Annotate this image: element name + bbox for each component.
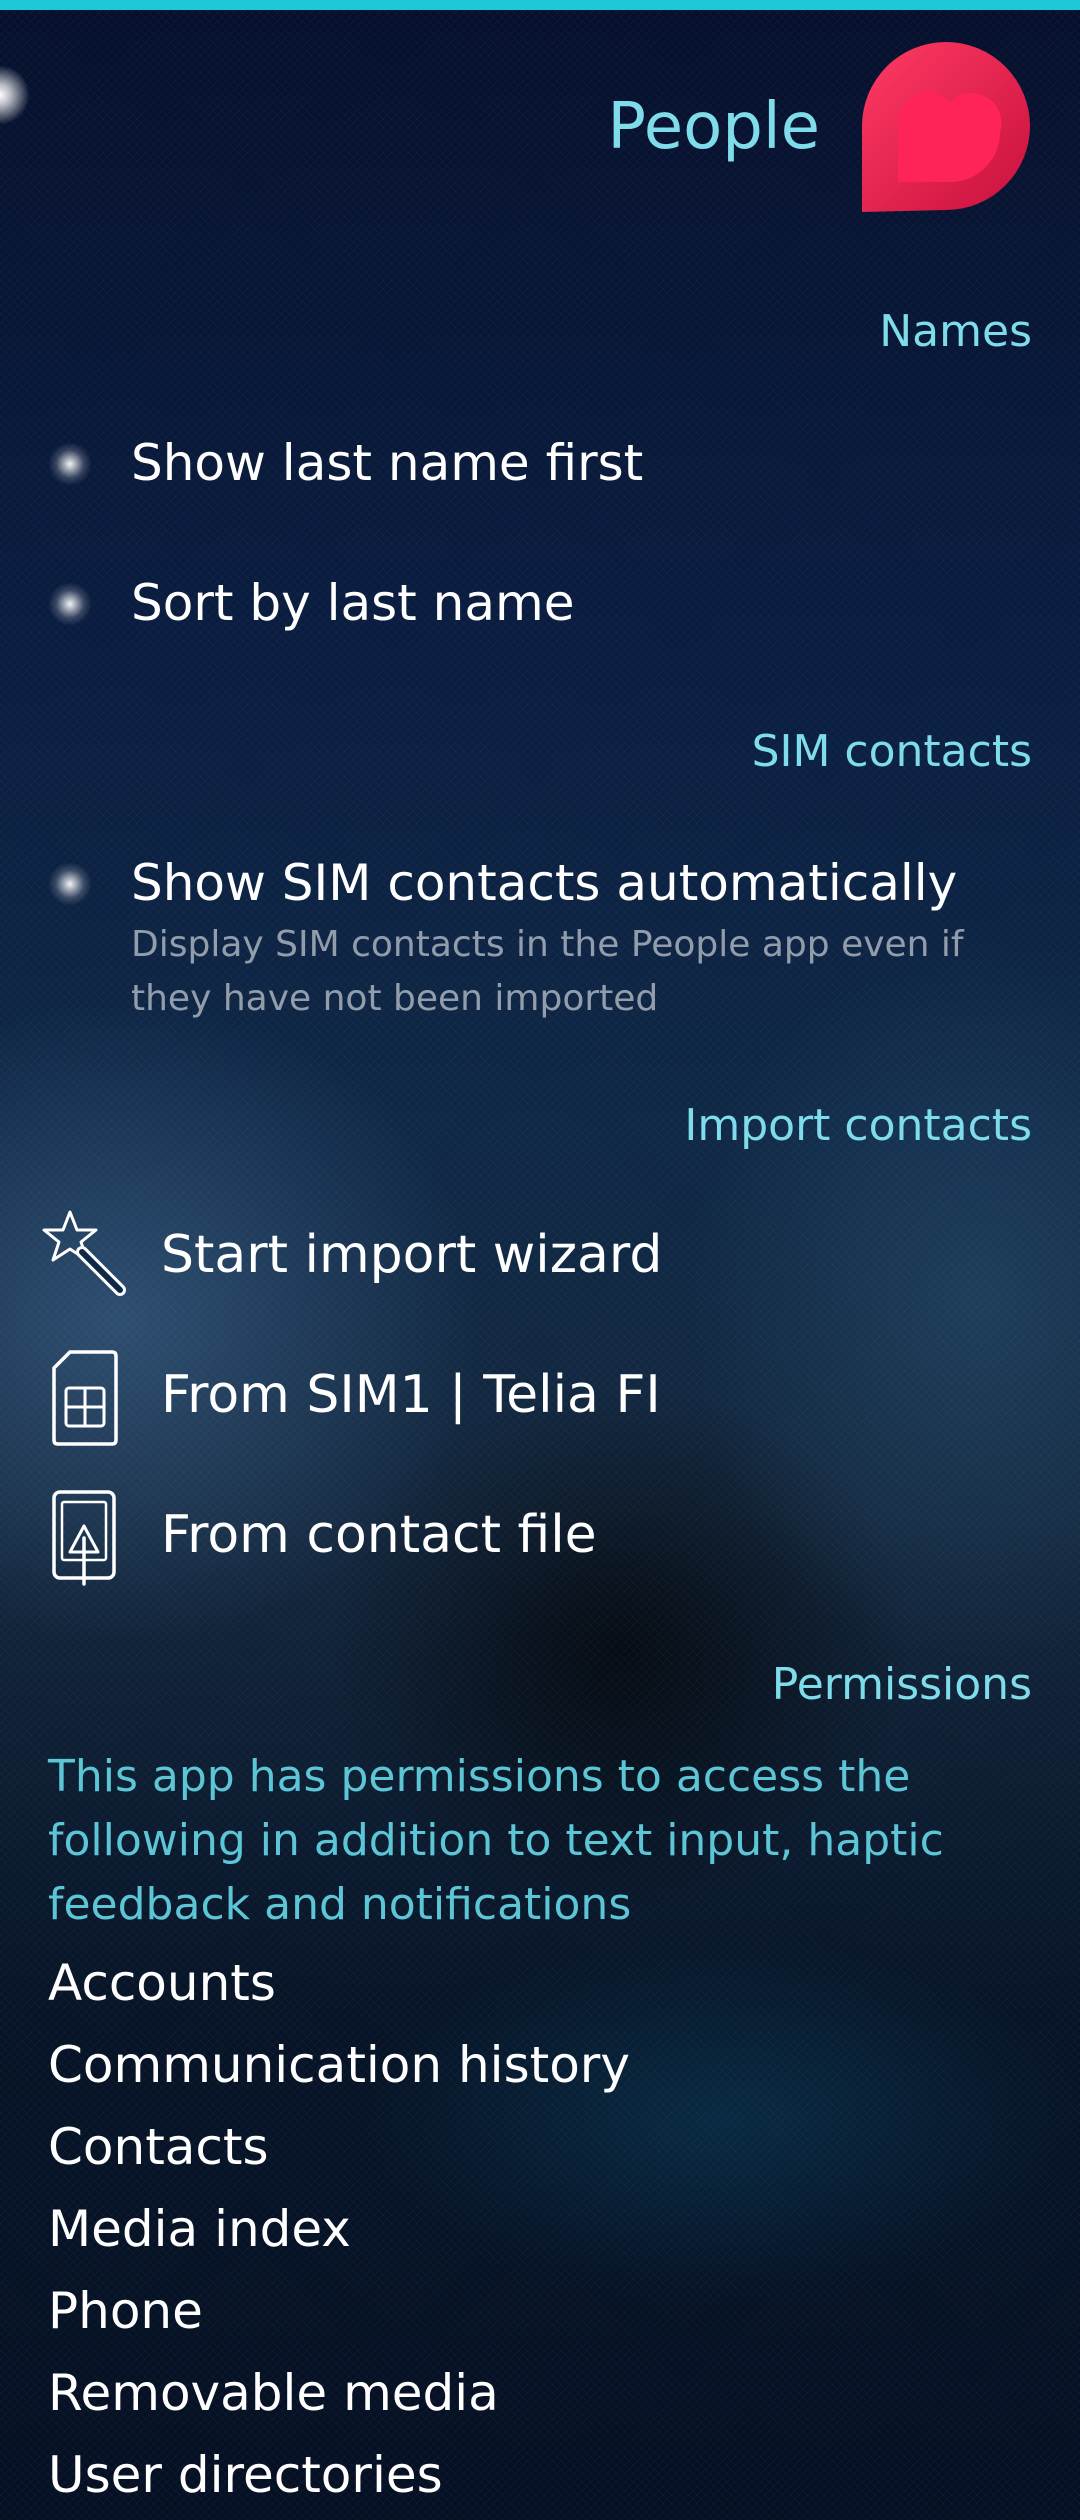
switch-indicator [48,862,92,906]
permission-item: Media index [48,2200,351,2258]
permissions-description: This app has permissions to access the f… [48,1751,944,1930]
import-wizard-icon [42,1210,126,1296]
permission-item: Communication history [48,2036,630,2094]
switch-sort-by-last-name[interactable]: Sort by last name [0,560,1080,660]
sim-card-icon [52,1350,118,1446]
import-from-sim-button[interactable]: From SIM1 | Telia FI [0,1332,1080,1462]
section-header-sim-contacts: SIM contacts [751,726,1032,777]
section-header-permissions: Permissions [771,1659,1032,1710]
action-label: From SIM1 | Telia FI [161,1365,661,1425]
switch-indicator [48,442,92,486]
top-accent-bar [0,0,1080,10]
permissions-list: Accounts Communication history Contacts … [48,1942,630,2516]
import-from-file-button[interactable]: From contact file [0,1472,1080,1602]
permission-item: User directories [48,2446,443,2504]
permission-item: Phone [48,2282,203,2340]
switch-show-sim-contacts[interactable]: Show SIM contacts automatically Display … [0,840,1080,1030]
switch-label: Sort by last name [131,574,575,632]
switch-label: Show SIM contacts automatically [131,854,958,912]
page-title: People [607,90,820,164]
permission-item: Contacts [48,2118,269,2176]
action-label: From contact file [161,1505,597,1565]
settings-page: People Names Show last name first Sort b… [0,0,1080,2520]
switch-label: Show last name first [131,434,644,492]
permission-item: Accounts [48,1954,276,2012]
section-header-names: Names [879,306,1032,357]
section-header-import-contacts: Import contacts [684,1100,1032,1151]
switch-show-last-name-first[interactable]: Show last name first [0,420,1080,520]
permission-item: Removable media [48,2364,499,2422]
contact-file-icon [52,1490,116,1586]
switch-indicator [48,582,92,626]
people-app-icon [862,42,1030,212]
start-import-wizard-button[interactable]: Start import wizard [0,1192,1080,1322]
pulley-menu-indicator [0,65,30,125]
switch-description: Display SIM contacts in the People app e… [131,924,964,1019]
action-label: Start import wizard [161,1225,663,1285]
